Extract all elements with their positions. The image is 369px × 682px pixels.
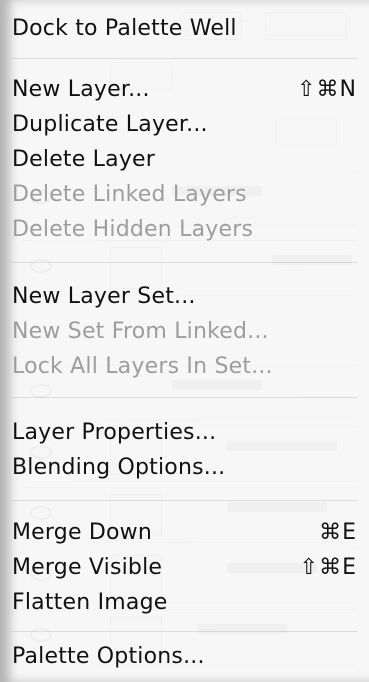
menu-item-label: New Layer...: [12, 77, 150, 102]
shortcut-label: ⌘E: [319, 520, 357, 545]
menu-item-label: Delete Linked Layers: [12, 182, 247, 207]
menu-item-flatten-image[interactable]: Flatten Image: [0, 588, 369, 620]
menu-item-label: New Layer Set...: [12, 284, 196, 309]
menu-item-label: New Set From Linked...: [12, 319, 269, 344]
menu-item-label: Delete Hidden Layers: [12, 217, 254, 242]
shortcut-label: ⇧⌘N: [297, 77, 357, 102]
menu-separator: [12, 58, 357, 59]
shortcut-label: ⇧⌘E: [299, 555, 357, 580]
menu-item-label: Delete Layer: [12, 147, 156, 172]
menu-item-new-set-from-linked: New Set From Linked...: [0, 317, 369, 349]
menu-item-label: Dock to Palette Well: [12, 16, 237, 41]
menu-item-new-layer-set[interactable]: New Layer Set...: [0, 282, 369, 314]
menu-item-delete-linked-layers: Delete Linked Layers: [0, 180, 369, 212]
menu-item-label: Merge Visible: [12, 555, 163, 580]
menu-item-label: Blending Options...: [12, 455, 226, 480]
menu-separator: [12, 397, 357, 398]
menu-item-label: Layer Properties...: [12, 420, 217, 445]
menu-item-blending-options[interactable]: Blending Options...: [0, 453, 369, 485]
layers-palette-menu: Dock to Palette Well New Layer... ⇧⌘N Du…: [0, 0, 369, 682]
menu-screenshot: Dock to Palette Well New Layer... ⇧⌘N Du…: [0, 0, 369, 682]
menu-separator: [12, 631, 357, 632]
menu-item-new-layer[interactable]: New Layer... ⇧⌘N: [0, 75, 369, 107]
menu-item-layer-properties[interactable]: Layer Properties...: [0, 418, 369, 450]
menu-item-delete-layer[interactable]: Delete Layer: [0, 145, 369, 177]
menu-item-label: Merge Down: [12, 520, 153, 545]
menu-item-label: Duplicate Layer...: [12, 112, 208, 137]
menu-separator: [12, 262, 357, 263]
menu-item-merge-visible[interactable]: Merge Visible ⇧⌘E: [0, 553, 369, 585]
menu-item-label: Palette Options...: [12, 644, 205, 669]
menu-item-duplicate-layer[interactable]: Duplicate Layer...: [0, 110, 369, 142]
menu-item-label: Flatten Image: [12, 590, 168, 615]
menu-separator: [12, 500, 357, 501]
menu-item-label: Lock All Layers In Set...: [12, 354, 273, 379]
menu-item-lock-all-layers-in-set: Lock All Layers In Set...: [0, 352, 369, 384]
menu-item-palette-options[interactable]: Palette Options...: [0, 642, 369, 674]
menu-item-delete-hidden-layers: Delete Hidden Layers: [0, 215, 369, 247]
menu-item-merge-down[interactable]: Merge Down ⌘E: [0, 518, 369, 550]
menu-item-dock-to-palette-well[interactable]: Dock to Palette Well: [0, 14, 369, 46]
